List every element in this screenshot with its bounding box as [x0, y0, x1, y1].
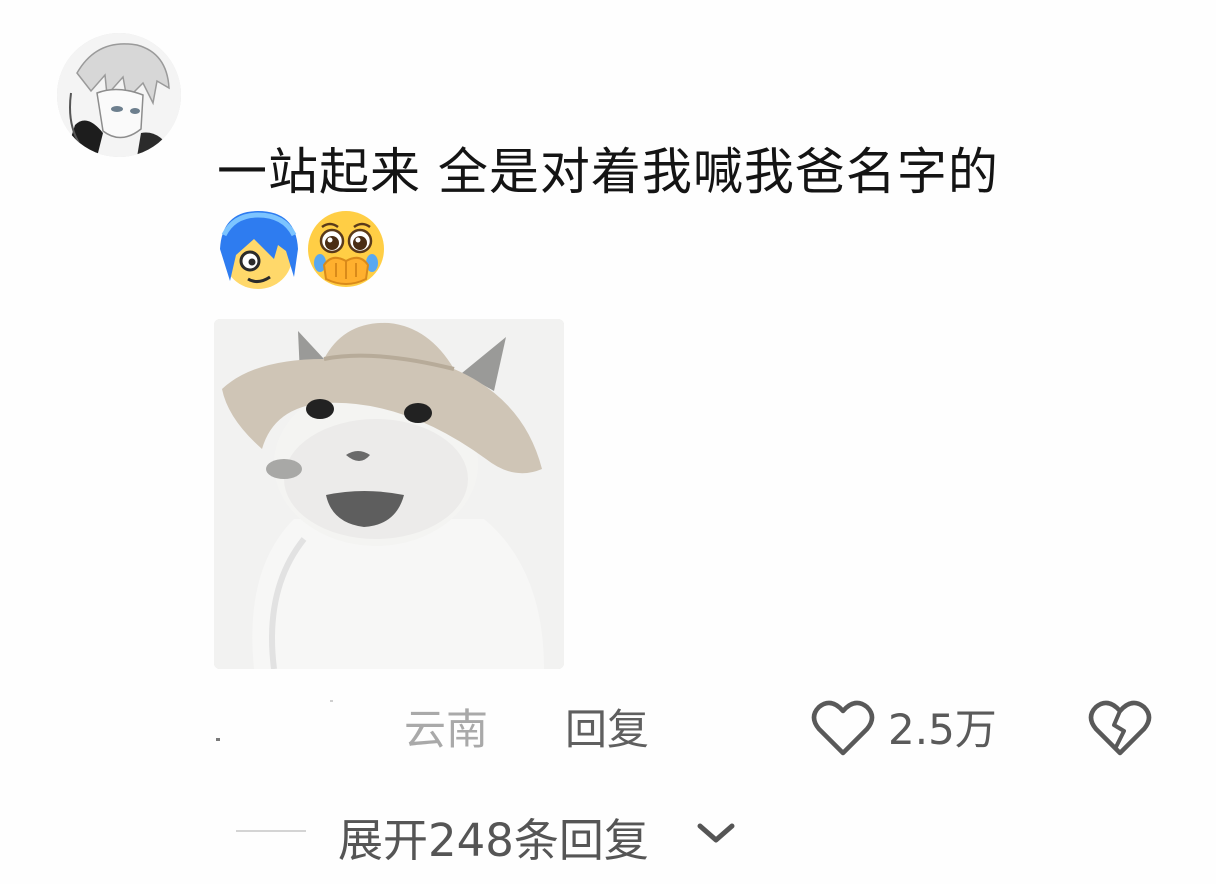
broken-heart-dislike-icon[interactable]	[1088, 699, 1152, 757]
cat-wearing-hat-sticker[interactable]	[214, 319, 564, 669]
pleading-face-covering-mouth-emoji	[308, 211, 384, 287]
expand-divider	[236, 830, 306, 832]
location-label: 云南	[404, 705, 489, 754]
separator-dot	[216, 738, 220, 741]
cat-sticker-image	[214, 319, 564, 669]
heart-like-icon[interactable]	[811, 699, 875, 757]
comment-text: 一站起来 全是对着我喊我爸名字的	[217, 143, 999, 201]
reply-button[interactable]: 回复	[565, 696, 649, 757]
separator-speck	[330, 700, 333, 702]
like-count: 2.5万	[888, 705, 997, 754]
anime-character-avatar-image	[57, 33, 181, 157]
user-avatar[interactable]	[57, 33, 181, 157]
blue-hair-character-emoji	[220, 211, 298, 289]
expand-replies-button[interactable]: 展开248条回复	[338, 804, 649, 869]
chevron-down-icon[interactable]	[694, 818, 738, 848]
